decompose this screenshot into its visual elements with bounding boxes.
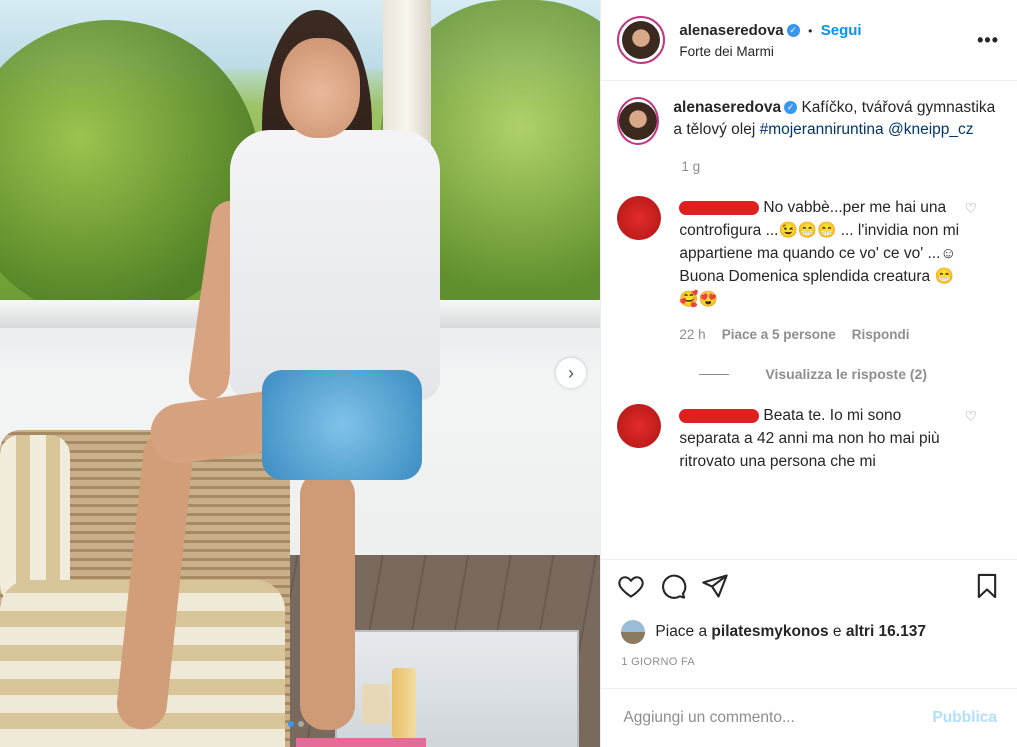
photo-cup	[362, 684, 390, 724]
verified-badge-icon: ✓	[786, 23, 800, 37]
photo-person-shirt	[230, 130, 440, 400]
liker-avatar[interactable]	[621, 620, 646, 644]
share-paper-plane-icon[interactable]	[701, 572, 729, 600]
comments-list[interactable]: alenaseredova ✓ Kafíčko, tvářová gymnasti…	[601, 81, 1017, 559]
photo-pink-object	[296, 738, 426, 747]
publish-button[interactable]: Pubblica	[932, 709, 997, 727]
comment-meta: 22 h Piace a 5 persone Rispondi	[679, 323, 959, 346]
post-photo[interactable]: ›	[0, 0, 601, 747]
carousel-next-button[interactable]: ›	[556, 358, 586, 388]
add-comment-input[interactable]	[621, 708, 933, 728]
comment-body: No vabbè...per me hai una controfigura .…	[679, 196, 959, 346]
author-username[interactable]: alenaseredova	[679, 22, 783, 39]
caption-username[interactable]: alenaseredova	[673, 99, 781, 116]
likes-summary: Piace a pilatesmykonos e altri 16.137	[601, 612, 1017, 652]
comment-item: No vabbè...per me hai una controfigura .…	[617, 196, 1001, 346]
likes-prefix: Piace a	[655, 623, 708, 640]
likes-mid: e	[832, 623, 842, 640]
comment-body: Beata te. Io mi sono separata a 42 anni …	[679, 404, 959, 473]
photo-person-leg	[300, 470, 355, 730]
caption-avatar[interactable]	[617, 97, 660, 145]
more-options-icon[interactable]: •••	[977, 30, 999, 51]
caption-time: 1 g	[681, 159, 701, 174]
photo-bottle	[392, 668, 416, 738]
commenter-avatar[interactable]	[617, 196, 662, 240]
follow-button[interactable]: Segui	[821, 22, 862, 39]
like-heart-icon[interactable]	[617, 572, 645, 600]
verified-badge-icon: ✓	[784, 101, 798, 115]
carousel-dot	[298, 721, 304, 727]
comment-like-icon[interactable]: ♡	[964, 200, 977, 217]
redacted-username	[679, 200, 760, 215]
carousel-dot-active	[288, 721, 294, 727]
caption-mention[interactable]: @kneipp_cz	[888, 121, 974, 138]
post-location[interactable]: Forte dei Marmi	[679, 44, 861, 59]
likes-others[interactable]: altri 16.137	[846, 623, 926, 641]
author-avatar[interactable]	[617, 16, 666, 64]
avatar-image	[619, 102, 658, 140]
comment-composer: Pubblica	[601, 688, 1017, 747]
save-bookmark-icon[interactable]	[973, 572, 1001, 605]
comment-bubble-icon[interactable]	[659, 572, 687, 600]
post-view: › alenaseredova ✓ • Segui Forte dei Marmi…	[0, 0, 1017, 747]
view-replies-label: Visualizza le risposte (2)	[765, 366, 927, 382]
replies-line	[699, 373, 730, 375]
action-bar	[601, 559, 1017, 612]
comment-text: No vabbè...per me hai una controfigura .…	[679, 199, 960, 308]
view-replies-button[interactable]: Visualizza le risposte (2)	[699, 366, 1001, 382]
carousel-dots	[288, 721, 304, 727]
post-header: alenaseredova ✓ • Segui Forte dei Marmi •…	[601, 0, 1017, 81]
reply-button[interactable]: Rispondi	[852, 323, 910, 346]
post-panel: alenaseredova ✓ • Segui Forte dei Marmi •…	[600, 0, 1017, 747]
comment-item: Beata te. Io mi sono separata a 42 anni …	[617, 404, 1001, 473]
photo-person-face	[280, 38, 360, 138]
comment-like-icon[interactable]: ♡	[964, 408, 977, 425]
avatar-image	[622, 21, 661, 59]
liker-username[interactable]: pilatesmykonos	[711, 623, 828, 641]
redacted-username	[679, 408, 760, 423]
author-info: alenaseredova ✓ • Segui Forte dei Marmi	[679, 22, 861, 59]
photo-person-shorts	[262, 370, 422, 480]
chevron-right-icon: ›	[568, 362, 574, 383]
comment-likes[interactable]: Piace a 5 persone	[722, 323, 836, 346]
caption-hashtag[interactable]: #mojeranniruntina	[760, 121, 884, 138]
post-date[interactable]: 1 GIORNO FA	[601, 652, 1017, 688]
caption-text-block: alenaseredova ✓ Kafíčko, tvářová gymnasti…	[673, 97, 1001, 145]
caption: alenaseredova ✓ Kafíčko, tvářová gymnasti…	[617, 97, 1001, 145]
comment-time: 22 h	[679, 327, 706, 342]
separator-dot: •	[808, 23, 813, 38]
commenter-avatar[interactable]	[617, 404, 662, 448]
